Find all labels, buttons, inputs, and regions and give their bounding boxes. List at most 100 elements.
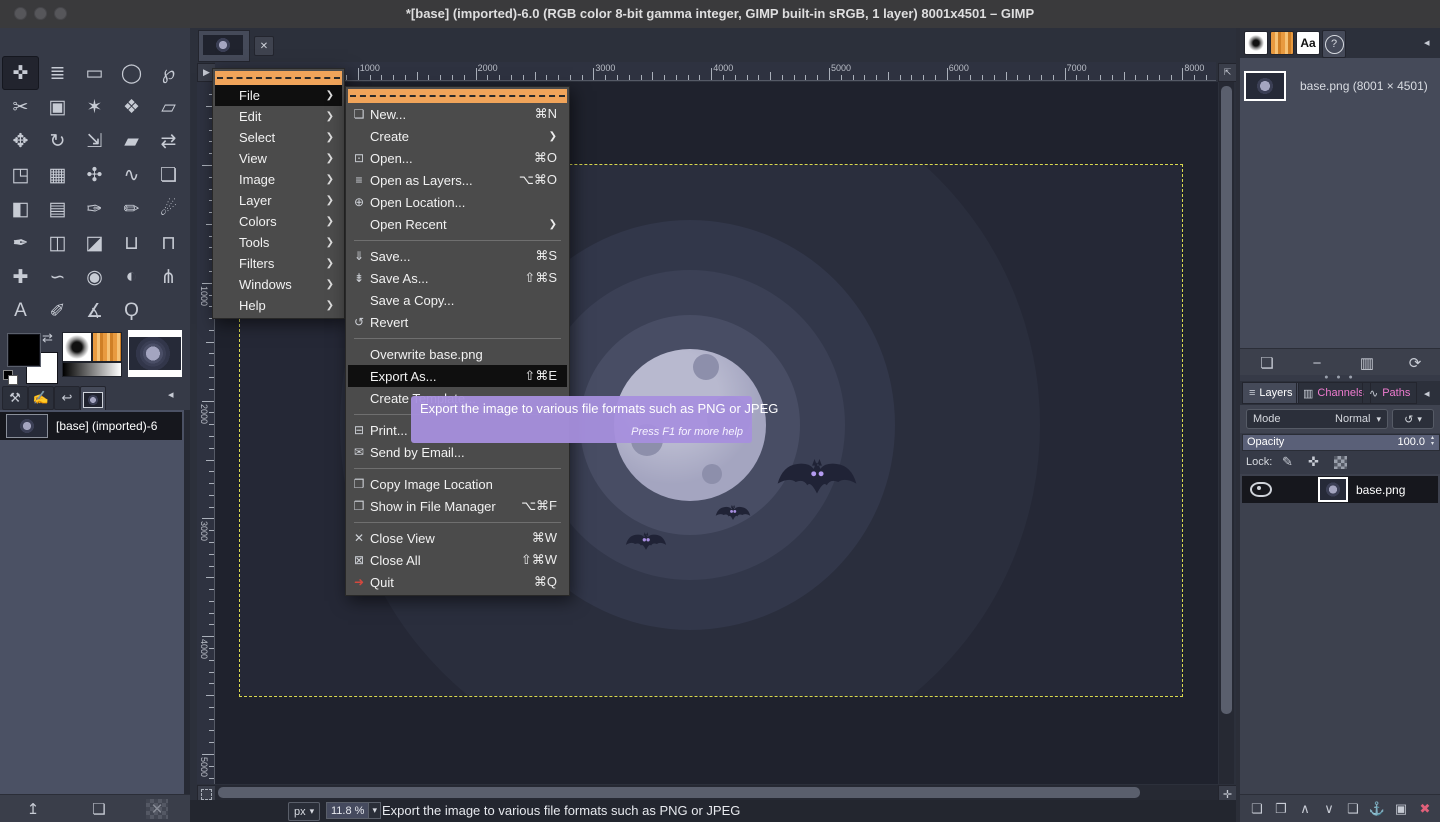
- close-tab-icon[interactable]: ✕: [254, 36, 274, 56]
- tool-color-picker[interactable]: ✐: [39, 294, 76, 328]
- tool-paintbrush[interactable]: ✑: [76, 192, 113, 226]
- tab-patterns[interactable]: [1270, 31, 1294, 55]
- vertical-scrollbar-thumb[interactable]: [1221, 86, 1232, 714]
- layer-row[interactable]: base.png: [1242, 476, 1438, 503]
- tool-unified-transform[interactable]: ✥: [2, 124, 39, 158]
- tab-layers[interactable]: ≡Layers: [1242, 382, 1299, 404]
- tab-undo-history[interactable]: ↩: [54, 386, 80, 410]
- horizontal-scrollbar[interactable]: [215, 785, 1218, 800]
- add-mask-button[interactable]: ▣: [1390, 799, 1412, 819]
- tab-device-status[interactable]: ✍: [28, 386, 54, 410]
- tool-bucket-fill[interactable]: ◧: [2, 192, 39, 226]
- tool-align[interactable]: ≣: [39, 56, 76, 90]
- tool-transform-3d[interactable]: ◳: [2, 158, 39, 192]
- menu-item-view[interactable]: View❯: [215, 148, 342, 169]
- menu-item-save-a-copy[interactable]: Save a Copy...: [348, 289, 567, 311]
- opacity-spinner[interactable]: ▴▾: [1427, 435, 1438, 448]
- menu-item-revert[interactable]: ↺Revert: [348, 311, 567, 333]
- active-brush-thumbnail[interactable]: [62, 332, 92, 362]
- tool-smudge[interactable]: ∽: [39, 260, 76, 294]
- tool-shear[interactable]: ▰: [113, 124, 150, 158]
- menu-item-windows[interactable]: Windows❯: [215, 274, 342, 295]
- tool-measure[interactable]: ∡: [76, 294, 113, 328]
- zoom-follow-window-icon[interactable]: ⇱: [1218, 63, 1237, 82]
- remove-entry-button[interactable]: −: [1306, 353, 1328, 373]
- tab-fonts[interactable]: Aa: [1296, 31, 1320, 55]
- new-layer-button[interactable]: ❏: [1246, 799, 1268, 819]
- lower-layer-button[interactable]: ∨: [1318, 799, 1340, 819]
- tool-text[interactable]: A: [2, 294, 39, 328]
- mode-options-button[interactable]: ↺▾: [1392, 409, 1434, 429]
- menu-item-show-in-file-manager[interactable]: ❒Show in File Manager⌥⌘F: [348, 495, 567, 517]
- menu-item-close-all[interactable]: ⊠Close All⇧⌘W: [348, 549, 567, 571]
- tool-blur-sharpen[interactable]: ◉: [76, 260, 113, 294]
- menu-item-open-location[interactable]: ⊕Open Location...: [348, 191, 567, 213]
- menu-item-copy-image-location[interactable]: ❐Copy Image Location: [348, 473, 567, 495]
- tab-tool-options[interactable]: ⚒: [2, 386, 28, 410]
- tool-fuzzy-select[interactable]: ✶: [76, 90, 113, 124]
- panel-menu-icon[interactable]: ◂: [1424, 387, 1430, 400]
- refresh-previews-button[interactable]: ⟳: [1404, 353, 1426, 373]
- lock-alpha-icon[interactable]: [1334, 456, 1347, 472]
- menu-item-create[interactable]: Create❯: [348, 125, 567, 147]
- delete-image-button[interactable]: ✕: [146, 799, 168, 819]
- lock-pixels-icon[interactable]: ✎: [1282, 454, 1293, 470]
- tool-crop[interactable]: ▱: [150, 90, 187, 124]
- menu-item-overwrite[interactable]: Overwrite base.png: [348, 343, 567, 365]
- tool-perspective[interactable]: ▦: [39, 158, 76, 192]
- foreground-color-swatch[interactable]: [8, 334, 40, 366]
- tool-dodge-burn[interactable]: ◐: [113, 260, 150, 294]
- active-pattern-thumbnail[interactable]: [92, 332, 122, 362]
- tool-perspective-clone[interactable]: ⊓: [150, 226, 187, 260]
- menu-item-select[interactable]: Select❯: [215, 127, 342, 148]
- horizontal-scrollbar-thumb[interactable]: [218, 787, 1140, 798]
- duplicate-layer-button[interactable]: ❑: [1342, 799, 1364, 819]
- horizontal-ruler[interactable]: 10002000300040005000600070008000: [215, 62, 1216, 81]
- swap-colors-icon[interactable]: ⇄: [42, 330, 53, 346]
- tool-heal[interactable]: ✚: [2, 260, 39, 294]
- tool-scale[interactable]: ⇲: [76, 124, 113, 158]
- menu-item-colors[interactable]: Colors❯: [215, 211, 342, 232]
- tool-foreground-select[interactable]: ▣: [39, 90, 76, 124]
- tearoff-strip[interactable]: [215, 71, 342, 85]
- reset-colors-icon[interactable]: [3, 370, 17, 384]
- raise-to-top-button[interactable]: ↥: [22, 799, 44, 819]
- tool-scissors-select[interactable]: ✂: [2, 90, 39, 124]
- menu-item-help[interactable]: Help❯: [215, 295, 342, 316]
- tool-ink[interactable]: ✒: [2, 226, 39, 260]
- tool-rotate[interactable]: ↻: [39, 124, 76, 158]
- tool-mypaint-brush[interactable]: ◫: [39, 226, 76, 260]
- tool-clone[interactable]: ⊔: [113, 226, 150, 260]
- layer-mode-dropdown[interactable]: Mode Normal ▾: [1246, 409, 1388, 429]
- clear-history-button[interactable]: ▥: [1356, 353, 1378, 373]
- vertical-scrollbar[interactable]: [1219, 82, 1234, 784]
- tool-cage-transform[interactable]: ❏: [150, 158, 187, 192]
- menu-item-save[interactable]: ⇓Save...⌘S: [348, 245, 567, 267]
- tool-warp-transform[interactable]: ∿: [113, 158, 150, 192]
- menu-item-send-by-email[interactable]: ✉Send by Email...: [348, 441, 567, 463]
- menu-item-close-view[interactable]: ✕Close View⌘W: [348, 527, 567, 549]
- delete-layer-button[interactable]: ✖: [1414, 799, 1436, 819]
- raise-layer-button[interactable]: ∧: [1294, 799, 1316, 819]
- menu-item-file[interactable]: File❯: [215, 85, 342, 106]
- menu-item-edit[interactable]: Edit❯: [215, 106, 342, 127]
- visibility-eye-icon[interactable]: [1250, 482, 1272, 497]
- image-list-item[interactable]: [base] (imported)-6: [0, 412, 182, 440]
- menu-item-save-as[interactable]: ⇟Save As...⇧⌘S: [348, 267, 567, 289]
- menu-item-export-as[interactable]: Export As...⇧⌘E: [348, 365, 567, 387]
- tab-brushes[interactable]: [1244, 31, 1268, 55]
- canvas-image-tab[interactable]: [198, 30, 250, 62]
- unit-dropdown[interactable]: px▾: [288, 802, 320, 821]
- active-gradient-thumbnail[interactable]: [62, 362, 122, 377]
- opacity-slider[interactable]: Opacity 100.0 ▴▾: [1242, 434, 1440, 451]
- menu-item-image[interactable]: Image❯: [215, 169, 342, 190]
- menu-item-layer[interactable]: Layer❯: [215, 190, 342, 211]
- new-layer-group-button[interactable]: ❐: [1270, 799, 1292, 819]
- document-history-entry[interactable]: base.png (8001 × 4501): [1244, 66, 1436, 106]
- tool-ellipse-select[interactable]: ◯: [113, 56, 150, 90]
- menu-item-open-recent[interactable]: Open Recent❯: [348, 213, 567, 235]
- menu-item-open[interactable]: ⊡Open...⌘O: [348, 147, 567, 169]
- tab-paths[interactable]: ∿Paths: [1362, 382, 1417, 404]
- zoom-dropdown[interactable]: 11.8 % ▾: [326, 802, 381, 819]
- tool-select-by-color[interactable]: ❖: [113, 90, 150, 124]
